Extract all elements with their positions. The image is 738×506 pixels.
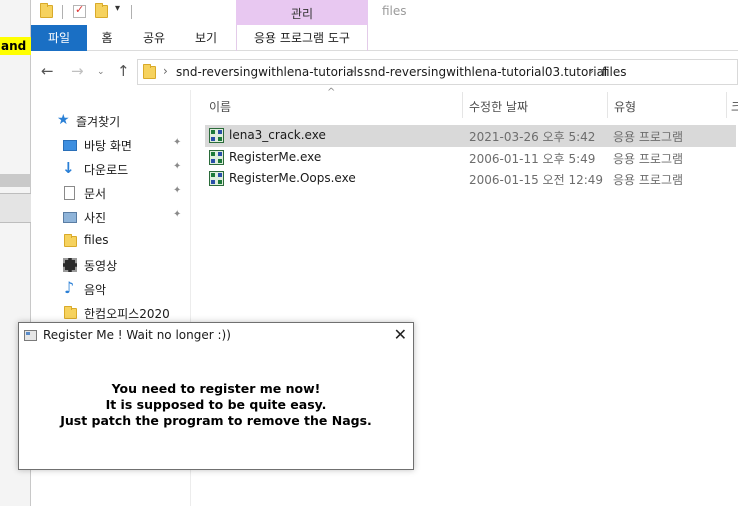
sidebar-item-label: 한컴오피스2020 xyxy=(84,307,170,321)
up-arrow-icon[interactable]: ↑ xyxy=(117,63,130,79)
file-type: 응용 프로그램 xyxy=(613,130,684,144)
sidebar-item-label: 동영상 xyxy=(84,259,118,273)
window-icon xyxy=(24,330,37,341)
sidebar-item-desktop[interactable]: 바탕 화면 ✦ xyxy=(31,134,191,156)
dialog-title-bar[interactable]: Register Me ! Wait no longer :)) ✕ xyxy=(19,323,413,349)
sidebar-item-quick-access[interactable]: ★ 즐겨찾기 xyxy=(31,110,191,132)
column-header-row: ^ 이름 수정한 날짜 유형 크 xyxy=(199,87,738,120)
application-icon xyxy=(209,128,224,143)
file-row[interactable]: RegisterMe.exe 2006-01-11 오후 5:49 응용 프로그… xyxy=(205,147,736,169)
tab-share[interactable]: 공유 xyxy=(131,25,177,51)
dialog-message: You need to register me now! It is suppo… xyxy=(19,381,413,429)
back-arrow-icon[interactable]: ← xyxy=(41,63,54,79)
sidebar-item-downloads[interactable]: ↓ 다운로드 ✦ xyxy=(31,158,191,180)
close-icon[interactable]: ✕ xyxy=(394,325,407,345)
sort-ascending-icon: ^ xyxy=(327,87,336,98)
address-bar[interactable]: › snd-reversingwithlena-tutorials › snd-… xyxy=(137,59,738,85)
nag-dialog: Register Me ! Wait no longer :)) ✕ You n… xyxy=(18,322,414,470)
recent-locations-chevron-icon[interactable]: ⌄ xyxy=(97,64,105,80)
desktop-icon xyxy=(63,140,77,151)
file-name: RegisterMe.Oops.exe xyxy=(229,171,356,185)
pin-icon[interactable]: ✦ xyxy=(173,185,181,196)
ribbon-tab-bar: 파일 홈 공유 보기 응용 프로그램 도구 xyxy=(31,25,738,51)
sidebar-item-videos[interactable]: 동영상 xyxy=(31,254,191,276)
breadcrumb-separator-icon[interactable]: › xyxy=(163,64,168,78)
forward-arrow-icon[interactable]: → xyxy=(71,63,84,79)
background-app-band xyxy=(0,174,31,187)
star-icon: ★ xyxy=(57,112,70,128)
folder-icon xyxy=(64,306,77,319)
column-header-size[interactable]: 크 xyxy=(731,98,738,115)
column-divider[interactable] xyxy=(726,92,727,118)
pictures-icon xyxy=(63,212,77,223)
navigation-row: ← → ⌄ ↑ › snd-reversingwithlena-tutorial… xyxy=(31,56,738,88)
sidebar-item-label: 다운로드 xyxy=(84,163,129,177)
dialog-message-line: It is supposed to be quite easy. xyxy=(105,397,327,412)
download-icon: ↓ xyxy=(62,159,75,177)
breadcrumb-separator-icon[interactable]: › xyxy=(350,64,355,78)
folder-icon xyxy=(143,64,156,79)
background-app-highlight-text: and xyxy=(0,37,31,55)
column-divider[interactable] xyxy=(607,92,608,118)
sidebar-item-label: files xyxy=(84,233,109,247)
pin-icon[interactable]: ✦ xyxy=(173,161,181,172)
background-app-band xyxy=(0,193,31,223)
file-modified-date: 2021-03-26 오후 5:42 xyxy=(469,130,596,144)
video-icon xyxy=(63,258,77,272)
breadcrumb-separator-icon[interactable]: › xyxy=(589,64,594,78)
tab-view[interactable]: 보기 xyxy=(183,25,229,51)
breadcrumb-item-current[interactable]: files xyxy=(602,65,627,79)
file-type: 응용 프로그램 xyxy=(613,173,684,187)
window-title: files xyxy=(382,4,407,18)
new-folder-icon[interactable] xyxy=(95,3,108,18)
dialog-message-line: Just patch the program to remove the Nag… xyxy=(60,413,372,428)
pin-icon[interactable]: ✦ xyxy=(173,209,181,220)
sidebar-item-label: 사진 xyxy=(84,211,107,225)
breadcrumb-item[interactable]: snd-reversingwithlena-tutorials xyxy=(176,65,363,79)
toolbar-divider xyxy=(62,5,63,19)
sidebar-item-label: 음악 xyxy=(84,283,107,297)
file-modified-date: 2006-01-11 오후 5:49 xyxy=(469,152,596,166)
manage-label: 관리 xyxy=(290,7,314,21)
sidebar-item-music[interactable]: ♪ 음악 xyxy=(31,278,191,300)
sidebar-item-label: 바탕 화면 xyxy=(84,139,132,153)
dialog-message-line: You need to register me now! xyxy=(111,381,321,396)
column-header-type[interactable]: 유형 xyxy=(614,98,636,115)
file-name: lena3_crack.exe xyxy=(229,128,326,142)
sidebar-item-documents[interactable]: 문서 ✦ xyxy=(31,182,191,204)
properties-icon[interactable] xyxy=(73,3,86,18)
application-icon xyxy=(209,171,224,186)
tab-home[interactable]: 홈 xyxy=(87,25,127,51)
file-type: 응용 프로그램 xyxy=(613,152,684,166)
pin-icon[interactable]: ✦ xyxy=(173,137,181,148)
folder-icon[interactable] xyxy=(40,3,53,18)
quick-access-dropdown-icon[interactable]: ▾ xyxy=(115,3,120,14)
file-name: RegisterMe.exe xyxy=(229,150,322,164)
file-row[interactable]: lena3_crack.exe 2021-03-26 오후 5:42 응용 프로… xyxy=(205,125,736,147)
sidebar-item-files[interactable]: files xyxy=(31,230,191,252)
breadcrumb-item[interactable]: snd-reversingwithlena-tutorial03.tutoria… xyxy=(364,65,607,79)
folder-icon xyxy=(64,234,77,247)
tab-application-tools[interactable]: 응용 프로그램 도구 xyxy=(236,25,368,51)
music-icon: ♪ xyxy=(64,278,75,297)
dialog-title: Register Me ! Wait no longer :)) xyxy=(43,328,231,342)
file-modified-date: 2006-01-15 오전 12:49 xyxy=(469,173,604,187)
title-bar: ▾ 관리 files xyxy=(31,0,738,25)
sidebar-item-pictures[interactable]: 사진 ✦ xyxy=(31,206,191,228)
sidebar-item-label: 문서 xyxy=(84,187,107,201)
file-row[interactable]: RegisterMe.Oops.exe 2006-01-15 오전 12:49 … xyxy=(205,168,736,190)
sidebar-item-label: 즐겨찾기 xyxy=(76,115,121,129)
document-icon xyxy=(64,186,75,200)
tab-file[interactable]: 파일 xyxy=(31,25,87,51)
manage-context-tab[interactable]: 관리 xyxy=(236,0,368,25)
column-header-name[interactable]: 이름 xyxy=(209,98,231,115)
sidebar-item-hancom-office[interactable]: 한컴오피스2020 xyxy=(31,302,191,324)
column-header-modified[interactable]: 수정한 날짜 xyxy=(469,98,528,115)
application-icon xyxy=(209,150,224,165)
column-divider[interactable] xyxy=(462,92,463,118)
toolbar-divider xyxy=(131,5,132,19)
